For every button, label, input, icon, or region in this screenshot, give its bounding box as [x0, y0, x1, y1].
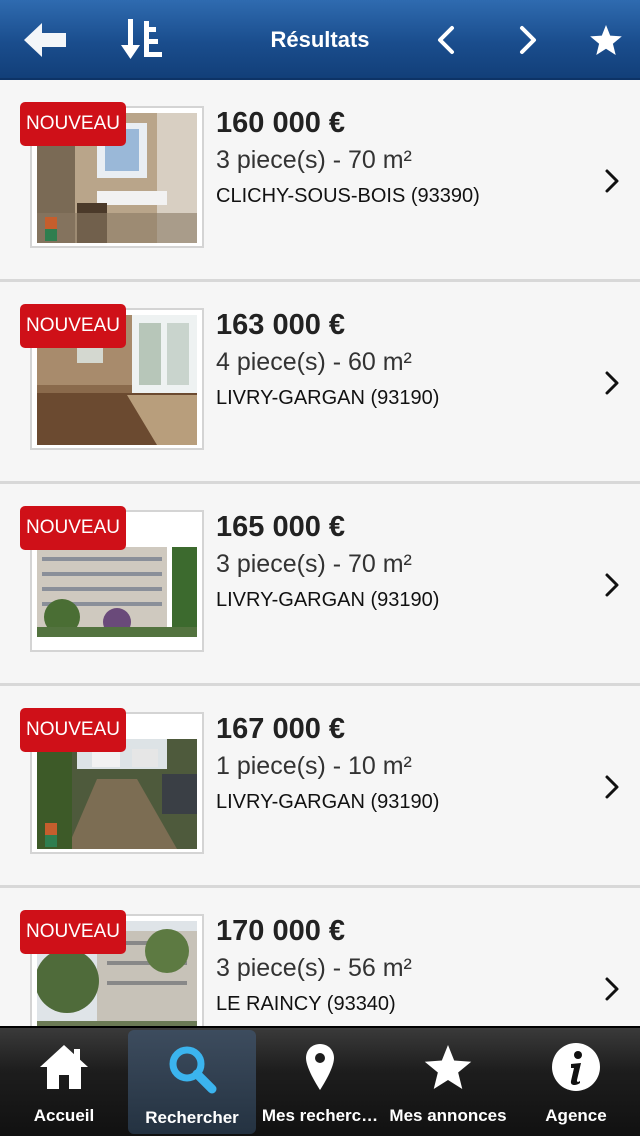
navigation-bar: Résultats: [0, 0, 640, 80]
previous-chevron-icon: [438, 26, 454, 54]
listing-specs: 3 piece(s) - 70 m²: [216, 550, 412, 578]
new-listing-badge: NOUVEAU: [20, 708, 126, 752]
listing-price: 160 000 €: [216, 107, 346, 139]
tab-agence[interactable]: Agence: [512, 1028, 640, 1136]
star-icon: [424, 1044, 472, 1090]
chevron-right-icon: [605, 775, 619, 799]
app-screen: Résultats NOUVEAU 160 000 € 3 piece(s) -…: [0, 0, 640, 1136]
back-arrow-icon: [24, 23, 66, 57]
listing-city: LIVRY-GARGAN (93190): [216, 791, 440, 813]
new-listing-badge: NOUVEAU: [20, 910, 126, 954]
map-pin-icon: [306, 1044, 334, 1090]
listing-city: CLICHY-SOUS-BOIS (93390): [216, 185, 480, 207]
tab-accueil[interactable]: Accueil: [0, 1028, 128, 1136]
tab-label: Mes annonces: [389, 1106, 507, 1125]
search-icon: [169, 1046, 217, 1094]
listing-row[interactable]: NOUVEAU 170 000 € 3 piece(s) - 56 m² LE …: [0, 888, 640, 1026]
tab-label: Rechercher: [145, 1108, 239, 1127]
listing-price: 165 000 €: [216, 511, 346, 543]
next-chevron-icon: [520, 26, 536, 54]
listing-info: 170 000 € 3 piece(s) - 56 m² LE RAINCY (…: [216, 912, 586, 1022]
listing-specs: 1 piece(s) - 10 m²: [216, 752, 412, 780]
listing-price: 167 000 €: [216, 713, 346, 745]
listing-price: 170 000 €: [216, 915, 346, 947]
home-icon: [40, 1045, 88, 1089]
star-icon: [590, 25, 622, 55]
listing-row[interactable]: NOUVEAU 167 000 € 1 piece(s) - 10 m² LIV…: [0, 686, 640, 888]
listing-row[interactable]: NOUVEAU 165 000 € 3 piece(s) - 70 m² LIV…: [0, 484, 640, 686]
page-title: Résultats: [270, 27, 370, 52]
listing-specs: 3 piece(s) - 56 m²: [216, 954, 412, 982]
tab-label: Mes recherc…: [261, 1106, 379, 1125]
previous-button[interactable]: [424, 0, 468, 80]
listing-city: LIVRY-GARGAN (93190): [216, 387, 440, 409]
info-icon: [552, 1043, 600, 1091]
next-button[interactable]: [506, 0, 550, 80]
listing-info: 163 000 € 4 piece(s) - 60 m² LIVRY-GARGA…: [216, 306, 586, 416]
tab-bar: Accueil Rechercher Mes recherc… Mes anno…: [0, 1026, 640, 1136]
chevron-right-icon: [605, 977, 619, 1001]
tab-label: Agence: [545, 1106, 607, 1125]
new-listing-badge: NOUVEAU: [20, 506, 126, 550]
tab-mes-recherches[interactable]: Mes recherc…: [256, 1028, 384, 1136]
listing-row[interactable]: NOUVEAU 160 000 € 3 piece(s) - 70 m² CLI…: [0, 80, 640, 282]
listing-city: LIVRY-GARGAN (93190): [216, 589, 440, 611]
listing-info: 165 000 € 3 piece(s) - 70 m² LIVRY-GARGA…: [216, 508, 586, 618]
chevron-right-icon: [605, 573, 619, 597]
results-list: NOUVEAU 160 000 € 3 piece(s) - 70 m² CLI…: [0, 80, 640, 1026]
listing-row[interactable]: NOUVEAU 163 000 € 4 piece(s) - 60 m² LIV…: [0, 282, 640, 484]
back-button[interactable]: [18, 0, 74, 80]
favorite-button[interactable]: [582, 0, 630, 80]
listing-info: 160 000 € 3 piece(s) - 70 m² CLICHY-SOUS…: [216, 104, 586, 214]
chevron-right-icon: [605, 169, 619, 193]
listing-price: 163 000 €: [216, 309, 346, 341]
tab-label: Accueil: [33, 1106, 95, 1125]
tab-rechercher[interactable]: Rechercher: [128, 1030, 256, 1134]
listing-specs: 4 piece(s) - 60 m²: [216, 348, 412, 376]
new-listing-badge: NOUVEAU: [20, 304, 126, 348]
listing-specs: 3 piece(s) - 70 m²: [216, 146, 412, 174]
tab-mes-annonces[interactable]: Mes annonces: [384, 1028, 512, 1136]
listing-info: 167 000 € 1 piece(s) - 10 m² LIVRY-GARGA…: [216, 710, 586, 820]
chevron-right-icon: [605, 371, 619, 395]
sort-icon: [121, 19, 162, 59]
sort-button[interactable]: [116, 0, 166, 80]
new-listing-badge: NOUVEAU: [20, 102, 126, 146]
listing-city: LE RAINCY (93340): [216, 993, 396, 1015]
